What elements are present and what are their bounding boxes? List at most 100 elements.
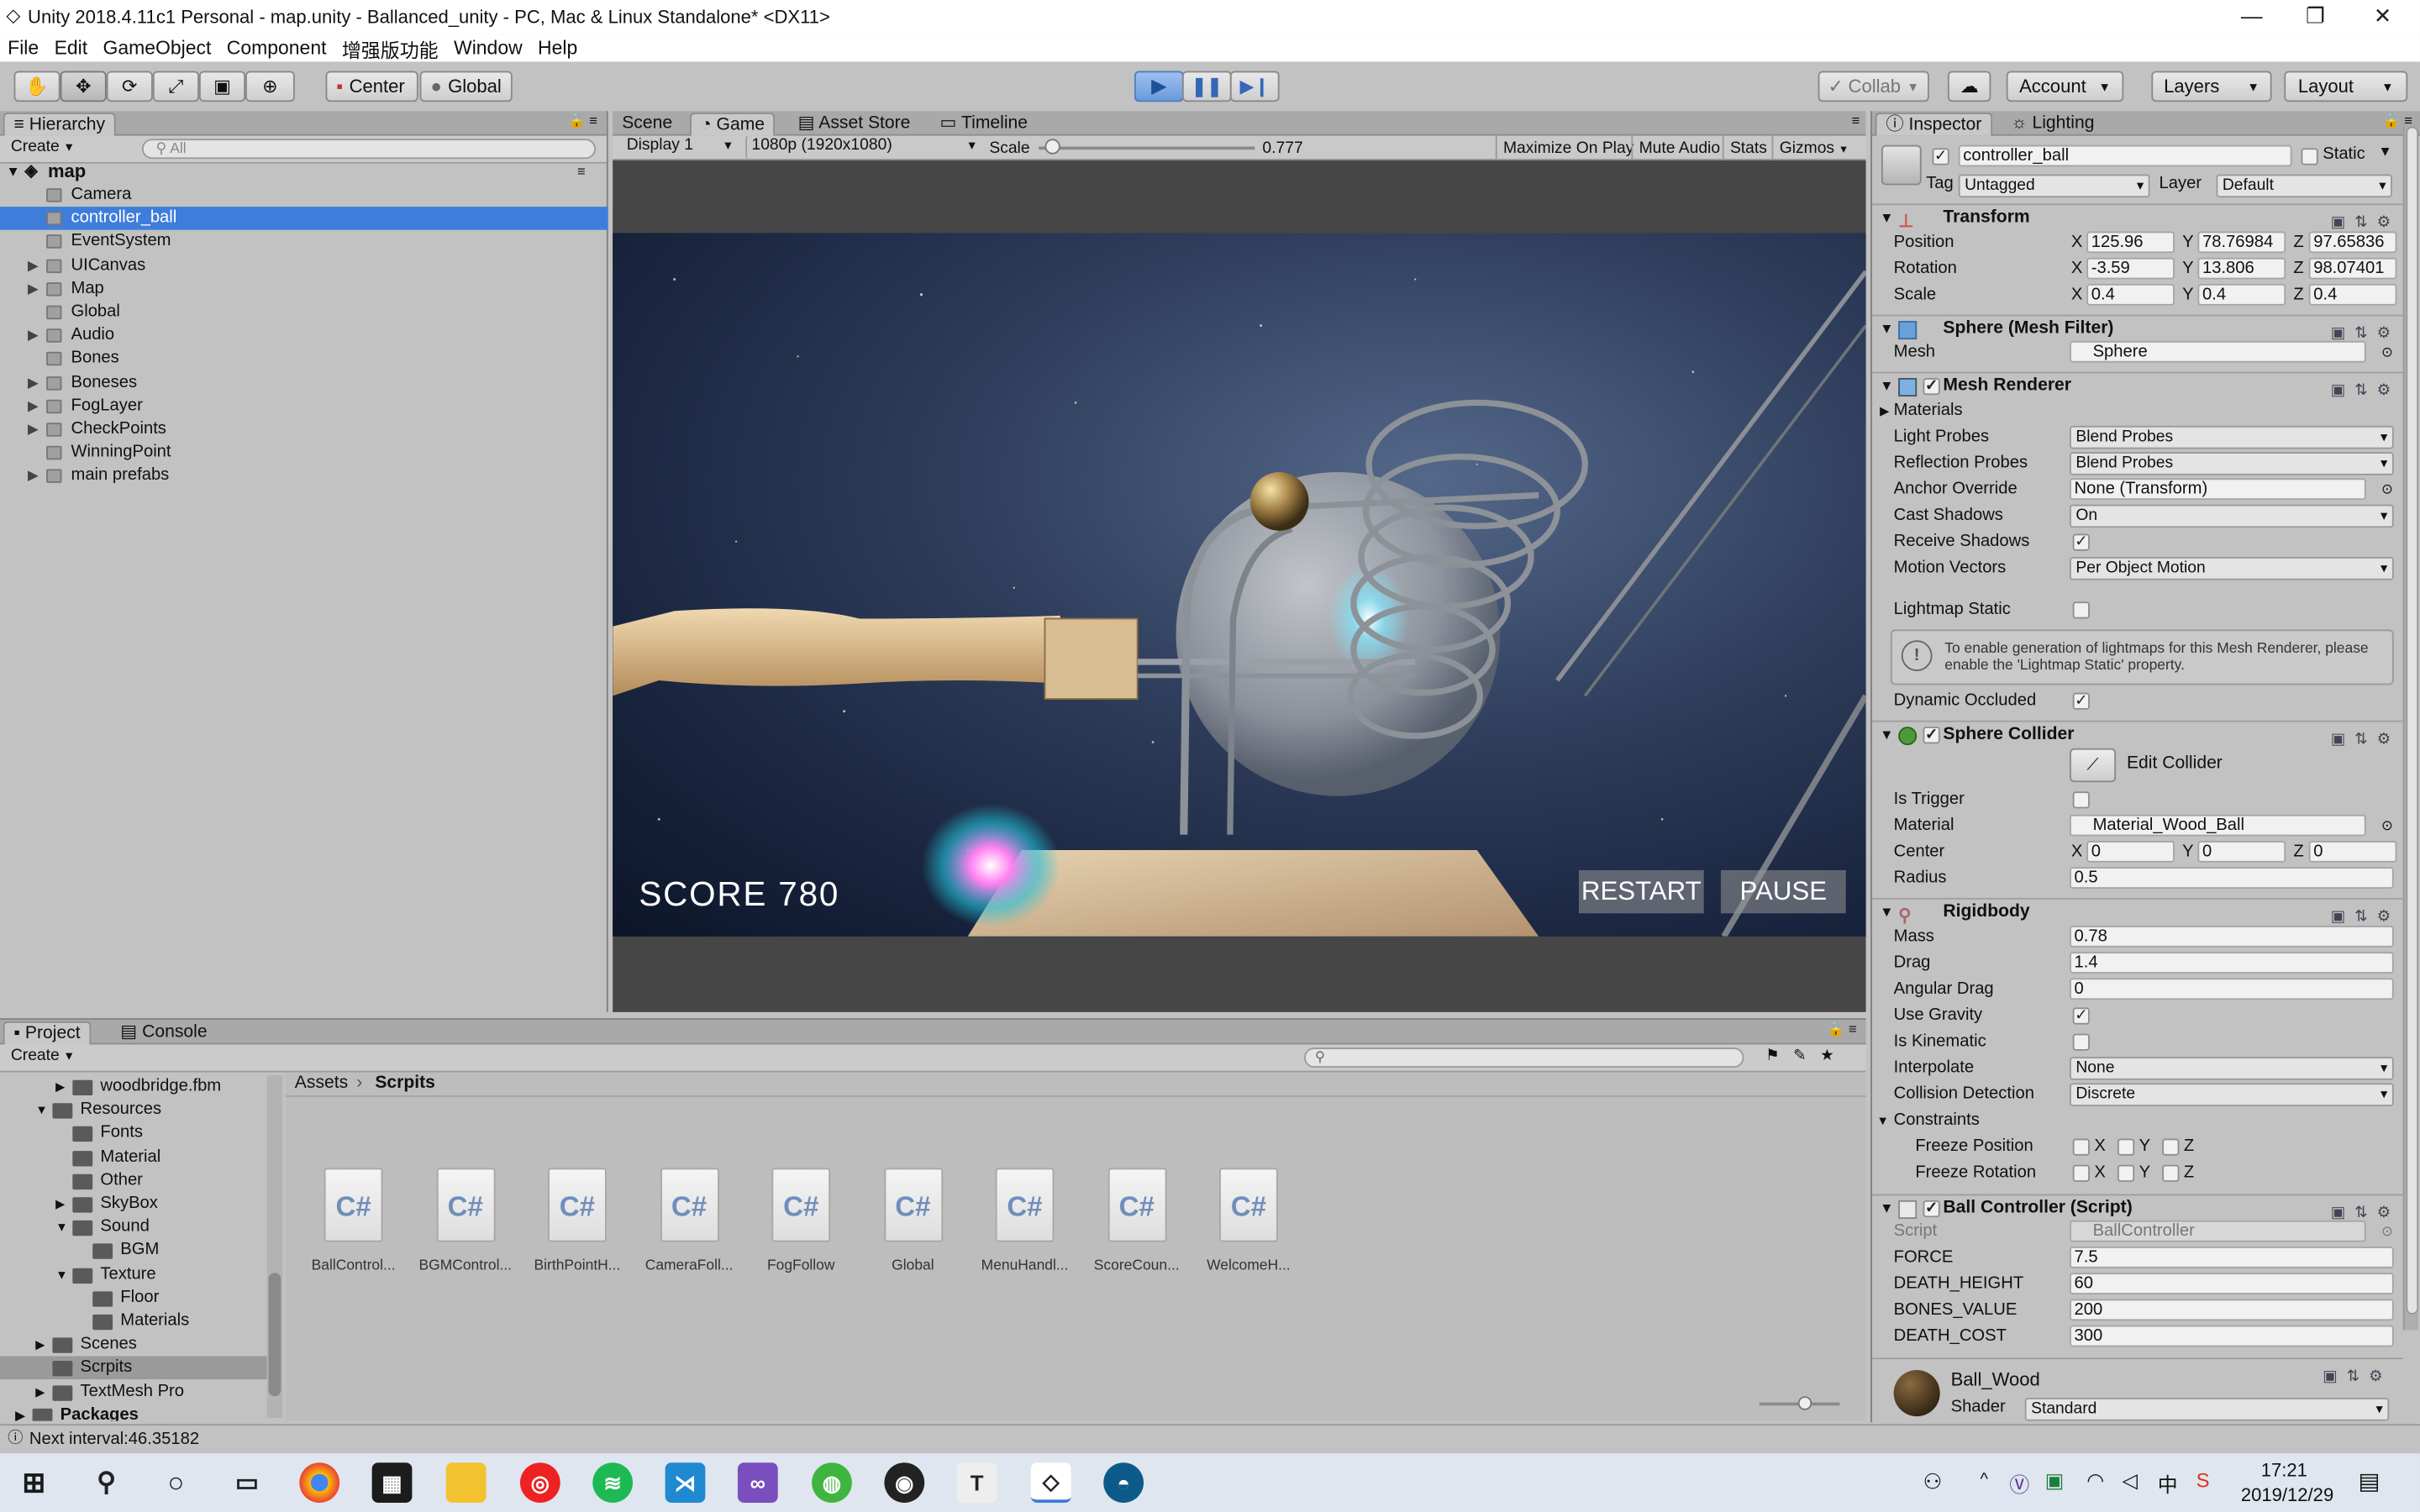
freeze-position-x-checkbox[interactable]: [2072, 1138, 2090, 1156]
project-search-input[interactable]: ⚲: [1304, 1047, 1744, 1068]
tag-dropdown[interactable]: Untagged: [1958, 174, 2150, 198]
freeze-rotation-x-checkbox[interactable]: [2072, 1164, 2090, 1182]
drag-field[interactable]: 1.4: [2070, 952, 2394, 974]
mute-audio-toggle[interactable]: Mute Audio: [1631, 135, 1726, 161]
project-folder[interactable]: Materials: [0, 1310, 267, 1333]
layout-dropdown[interactable]: Layout ▼: [2284, 71, 2408, 102]
static-checkbox[interactable]: [2301, 148, 2318, 165]
mesh-filter-component-header[interactable]: ▼ Sphere (Mesh Filter) ▣⇅⚙: [1871, 314, 2403, 343]
game-taskbar-icon[interactable]: ◓: [1103, 1462, 1144, 1503]
close-icon[interactable]: ✕: [2374, 3, 2392, 29]
ime-icon[interactable]: 中: [2158, 1469, 2178, 1499]
scale-x-field[interactable]: 0.4: [2086, 283, 2175, 306]
project-folder[interactable]: ▶ Packages: [0, 1404, 267, 1421]
project-folder[interactable]: ▶ SkyBox: [0, 1193, 267, 1216]
expand-arrow-icon[interactable]: ▶: [15, 1404, 24, 1421]
hierarchy-item[interactable]: ▶ CheckPoints: [0, 418, 608, 442]
physic-material-field[interactable]: Material_Wood_Ball: [2070, 814, 2366, 837]
mesh-field[interactable]: Sphere: [2070, 340, 2366, 363]
angular-drag-field[interactable]: 0: [2070, 978, 2394, 1000]
rigidbody-component-header[interactable]: ▼ ⚲ Rigidbody ▣⇅⚙: [1871, 897, 2403, 926]
expand-arrow-icon[interactable]: ▼: [35, 1099, 48, 1122]
object-picker-icon[interactable]: ⊙: [2381, 813, 2393, 839]
tray-app-icon[interactable]: Ⓥ: [2009, 1469, 2029, 1499]
tab-hierarchy[interactable]: ≡ Hierarchy: [3, 113, 116, 136]
clock-time[interactable]: 17:21: [2261, 1460, 2307, 1482]
project-folder[interactable]: ▼ Resources: [0, 1099, 267, 1122]
cloud-button[interactable]: ☁: [1947, 71, 1991, 102]
sphere-collider-component-header[interactable]: ▼ ✓ Sphere Collider ▣⇅⚙: [1871, 720, 2403, 748]
death-height-field[interactable]: 60: [2070, 1273, 2394, 1294]
hierarchy-item[interactable]: Camera: [0, 184, 608, 207]
panel-menu-icon[interactable]: 🔒 ≡: [1828, 1021, 1857, 1038]
ball-controller-enabled-checkbox[interactable]: ✓: [1923, 1200, 1940, 1218]
task-view-icon[interactable]: ▭: [227, 1462, 267, 1503]
position-y-field[interactable]: 78.76984: [2197, 231, 2286, 254]
project-folder[interactable]: ▶ woodbridge.fbm: [0, 1075, 267, 1099]
vscode-icon[interactable]: ⋊: [665, 1462, 706, 1503]
hierarchy-item[interactable]: Bones: [0, 348, 608, 371]
wechat-icon[interactable]: ◍: [812, 1462, 852, 1503]
chrome-icon[interactable]: [299, 1462, 340, 1503]
transform-component-header[interactable]: ▼ ⊥ Transform ▣⇅⚙: [1871, 203, 2403, 232]
expand-arrow-icon[interactable]: ▶: [28, 324, 39, 348]
freeze-position-z-checkbox[interactable]: [2162, 1138, 2180, 1156]
menu-gameobject[interactable]: GameObject: [103, 37, 212, 59]
hierarchy-item[interactable]: EventSystem: [0, 230, 608, 254]
filter-icons[interactable]: ⚑✎★: [1765, 1047, 1848, 1064]
hierarchy-item[interactable]: controller_ball: [0, 207, 608, 231]
expand-arrow-icon[interactable]: ▶: [28, 395, 39, 418]
shader-dropdown[interactable]: Standard: [2024, 1398, 2390, 1421]
collab-dropdown[interactable]: ✓ Collab ▼: [1818, 71, 1929, 102]
scale-y-field[interactable]: 0.4: [2197, 283, 2286, 306]
motion-vectors-dropdown[interactable]: Per Object Motion: [2070, 557, 2394, 580]
hierarchy-item[interactable]: Global: [0, 301, 608, 324]
gizmos-dropdown[interactable]: Gizmos ▾: [1771, 135, 1866, 161]
pivot-center-button[interactable]: ▪ Center: [325, 71, 418, 102]
visual-studio-icon[interactable]: ∞: [737, 1462, 778, 1503]
rotation-z-field[interactable]: 98.07401: [2308, 257, 2397, 280]
pause-game-button[interactable]: PAUSE: [1720, 869, 1846, 914]
hierarchy-item[interactable]: ▶ Audio: [0, 324, 608, 348]
tray-app3-icon[interactable]: S: [2196, 1469, 2210, 1493]
layer-dropdown[interactable]: Default: [2216, 174, 2392, 198]
menu-edit[interactable]: Edit: [55, 37, 88, 59]
scene-menu-icon[interactable]: ≡: [577, 160, 586, 184]
scale-slider-track[interactable]: [1039, 146, 1255, 150]
menu-component[interactable]: Component: [227, 37, 327, 59]
hand-tool-icon[interactable]: ✋: [13, 71, 60, 102]
volume-icon[interactable]: ◁: [2122, 1469, 2137, 1494]
tab-project[interactable]: ▪ Project: [3, 1021, 92, 1045]
radius-field[interactable]: 0.5: [2070, 867, 2394, 889]
panel-menu-icon[interactable]: 🔒 ≡: [568, 113, 597, 129]
material-section[interactable]: Ball_Wood Shader Standard ▣⇅⚙: [1871, 1357, 2403, 1422]
display-dropdown[interactable]: Display 1: [622, 136, 736, 160]
expand-arrow-icon[interactable]: ▼: [55, 1216, 68, 1240]
menu-window[interactable]: Window: [454, 37, 523, 59]
expand-arrow-icon[interactable]: ▶: [35, 1333, 45, 1357]
hierarchy-item[interactable]: ▶ Boneses: [0, 371, 608, 395]
file-explorer-icon[interactable]: [445, 1462, 487, 1503]
scene-root[interactable]: ▼ ◈ map ≡: [0, 160, 608, 184]
hierarchy-item[interactable]: WinningPoint: [0, 442, 608, 465]
panel-menu-icon[interactable]: ≡: [1852, 113, 1860, 128]
position-z-field[interactable]: 97.65836: [2308, 231, 2397, 254]
project-tree-scrollbar[interactable]: [266, 1075, 283, 1418]
rotation-x-field[interactable]: -3.59: [2086, 257, 2175, 280]
object-picker-icon[interactable]: ⊙: [2381, 339, 2393, 365]
expand-arrow-icon[interactable]: ▼: [55, 1263, 68, 1287]
spotify-icon[interactable]: ≋: [592, 1462, 634, 1503]
hierarchy-item[interactable]: ▶ Map: [0, 277, 608, 301]
step-button[interactable]: ▶❙: [1229, 71, 1280, 102]
script-asset[interactable]: C# MenuHandl...: [976, 1168, 1075, 1274]
move-tool-icon[interactable]: ✥: [60, 71, 107, 102]
rect-tool-icon[interactable]: ▣: [198, 71, 246, 102]
expand-arrow-icon[interactable]: ▶: [55, 1075, 65, 1099]
collision-detection-dropdown[interactable]: Discrete: [2070, 1083, 2394, 1106]
menu-enhanced[interactable]: 增强版功能: [342, 33, 439, 62]
menu-file[interactable]: File: [8, 37, 39, 59]
project-folder[interactable]: Material: [0, 1146, 267, 1169]
script-asset[interactable]: C# ScoreCoun...: [1087, 1168, 1186, 1274]
object-name-field[interactable]: controller_ball: [1958, 144, 2292, 167]
menu-help[interactable]: Help: [538, 37, 577, 59]
